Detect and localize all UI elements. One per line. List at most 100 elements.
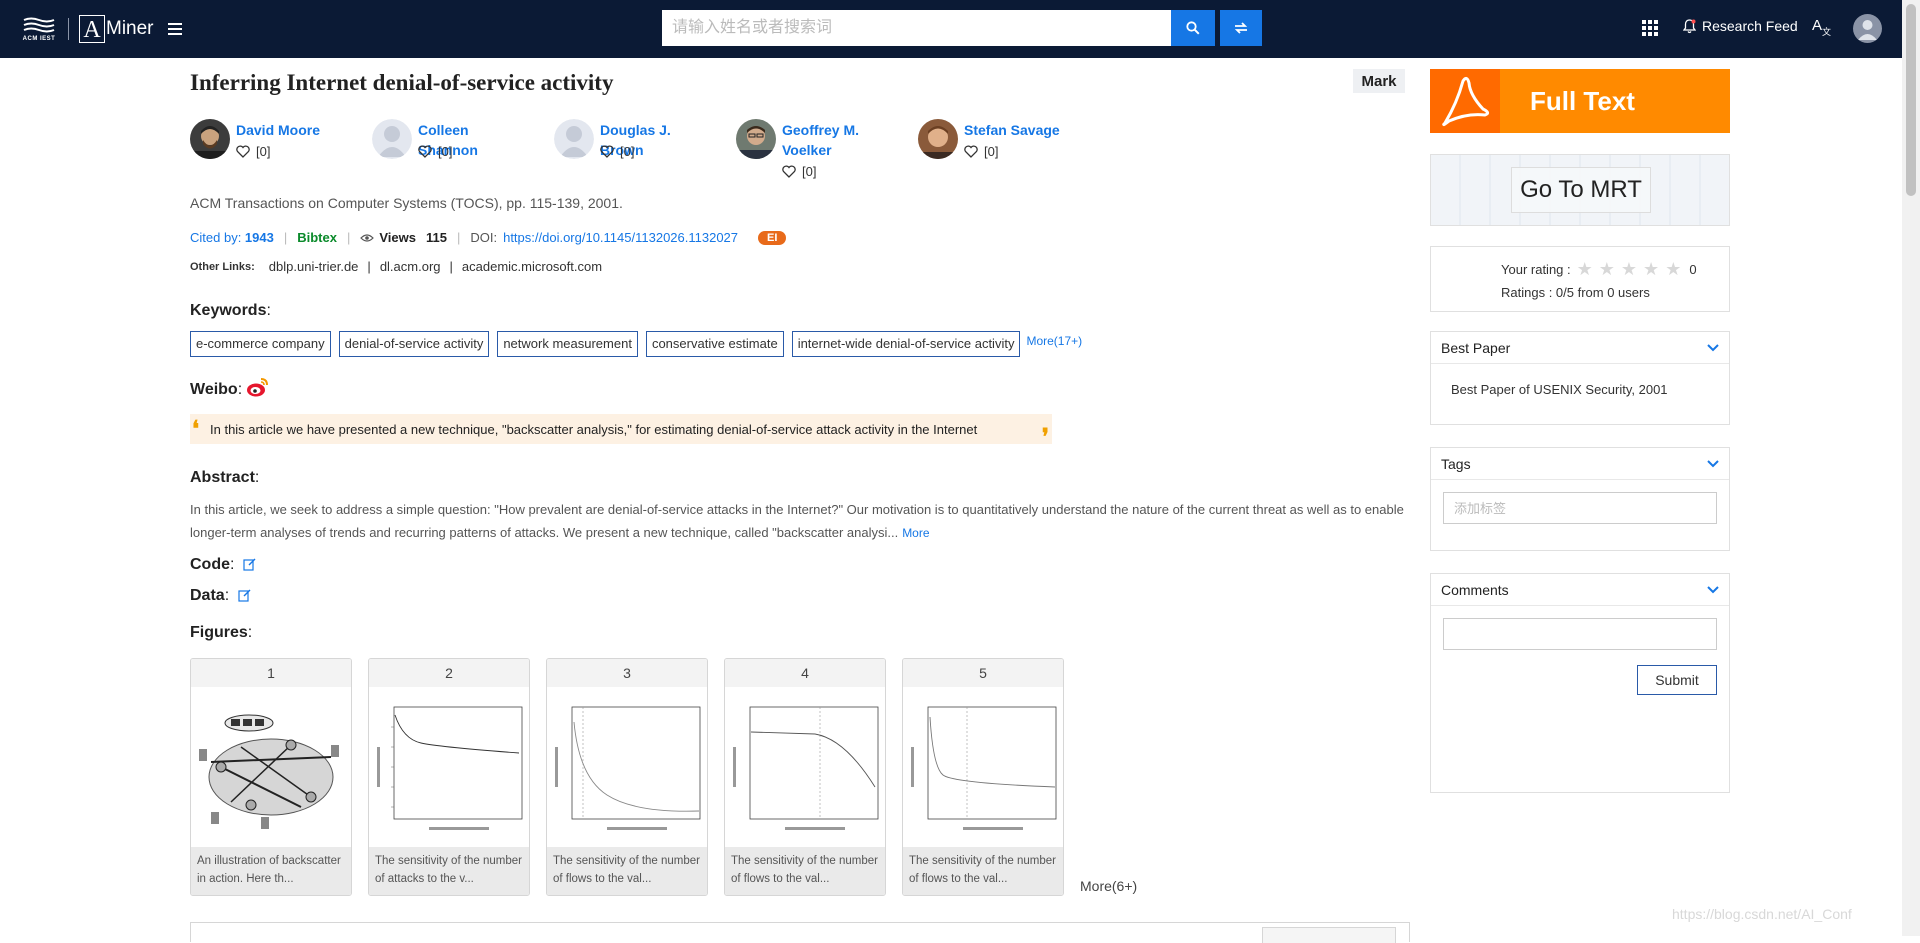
tags-header[interactable]: Tags — [1431, 448, 1729, 480]
views-count: 115 — [425, 230, 447, 245]
views-label: Views — [379, 230, 416, 245]
author-avatar-placeholder[interactable] — [372, 119, 412, 159]
tags-title: Tags — [1441, 455, 1471, 472]
acm-logo[interactable]: ACM IEST — [20, 13, 58, 45]
figure-card[interactable]: 3 The sensitivity of the number of flows… — [546, 658, 708, 896]
heart-icon — [600, 145, 614, 158]
doi-label: DOI: — [470, 230, 498, 245]
abstract-label: Abstract — [190, 469, 255, 486]
figure-number: 2 — [369, 659, 529, 687]
author-avatar-placeholder[interactable] — [554, 119, 594, 159]
comment-input[interactable] — [1443, 618, 1717, 650]
figure-thumbnail-network-diagram — [191, 687, 351, 847]
author-like[interactable]: [0] — [782, 164, 816, 179]
best-paper-header[interactable]: Best Paper — [1431, 332, 1729, 364]
author-like[interactable]: [0] — [418, 144, 452, 159]
doi-link[interactable]: https://doi.org/10.1145/1132026.1132027 — [503, 230, 738, 245]
research-feed-link[interactable]: Research Feed — [1683, 18, 1798, 34]
cited-by-link[interactable]: Cited by: 1943 — [190, 230, 274, 245]
figure-number: 1 — [191, 659, 351, 687]
keyword-tag[interactable]: network measurement — [497, 331, 638, 357]
chevron-down-icon — [1707, 585, 1719, 593]
scrollbar-thumb[interactable] — [1906, 4, 1916, 196]
bibtex-link[interactable]: Bibtex — [297, 230, 337, 245]
search-input[interactable] — [662, 10, 1171, 46]
apps-grid-icon[interactable] — [1642, 20, 1658, 36]
other-link-microsoft[interactable]: academic.microsoft.com — [462, 259, 602, 274]
submit-comment-button[interactable]: Submit — [1637, 665, 1717, 695]
go-to-mrt-button[interactable]: Go To MRT — [1430, 154, 1730, 226]
chevron-down-icon — [1707, 459, 1719, 467]
figure-thumbnail-plot — [903, 687, 1063, 847]
full-text-button[interactable]: Full Text — [1430, 69, 1730, 133]
figure-card[interactable]: 2 The sensitivity of the number of attac… — [368, 658, 530, 896]
search-button[interactable] — [1171, 10, 1215, 46]
comments-title: Comments — [1441, 581, 1509, 598]
research-feed-label: Research Feed — [1702, 18, 1798, 34]
author-like-count: [0] — [984, 144, 999, 159]
page-scrollbar[interactable] — [1902, 0, 1920, 936]
author-like[interactable]: [0] — [964, 144, 998, 159]
best-paper-text: Best Paper of USENIX Security, 2001 — [1451, 382, 1668, 397]
star-icon[interactable]: ★ — [1643, 259, 1659, 280]
figure-number: 3 — [547, 659, 707, 687]
hamburger-menu-icon[interactable] — [168, 23, 182, 35]
figure-card[interactable]: 1 An illustration of backscatter in acti… — [190, 658, 352, 896]
logo-area[interactable]: ACM IEST A Miner — [20, 12, 154, 46]
star-icon[interactable]: ★ — [1665, 259, 1681, 280]
acm-logo-waves-icon — [23, 17, 55, 32]
keyword-tag[interactable]: denial-of-service activity — [338, 331, 490, 357]
keyword-tag[interactable]: e-commerce company — [190, 331, 331, 357]
keyword-tag[interactable]: conservative estimate — [645, 331, 784, 357]
svg-text:文: 文 — [1822, 26, 1831, 37]
comments-header[interactable]: Comments — [1431, 574, 1729, 606]
keywords-more-link[interactable]: More(17+) — [1026, 334, 1082, 348]
lower-section-tab[interactable] — [1262, 927, 1396, 943]
add-tag-input[interactable] — [1443, 492, 1717, 524]
tags-panel: Tags — [1430, 447, 1730, 551]
author-like[interactable]: [0] — [236, 144, 270, 159]
aminer-logo-mark: A — [79, 15, 105, 43]
meta-separator: | — [346, 230, 351, 245]
star-icon[interactable]: ★ — [1599, 259, 1615, 280]
other-link-dblp[interactable]: dblp.uni-trier.de — [269, 259, 359, 274]
abstract-more-link[interactable]: More — [902, 526, 929, 540]
figure-thumbnail-plot — [725, 687, 885, 847]
mark-button[interactable]: Mark — [1353, 69, 1405, 93]
weibo-quote-text: In this article we have presented a new … — [210, 421, 978, 437]
index-badge: EI — [758, 230, 787, 245]
figure-card[interactable]: 4 The sensitivity of the number of flows… — [724, 658, 886, 896]
edit-data-icon[interactable] — [237, 589, 251, 602]
aminer-logo[interactable]: A Miner — [79, 15, 154, 43]
your-rating-value: 0 — [1689, 262, 1697, 277]
user-avatar[interactable] — [1853, 14, 1882, 43]
figure-card[interactable]: 5 The sensitivity of the number of flows… — [902, 658, 1064, 896]
figure-thumbnail-plot — [369, 687, 529, 847]
rating-stars[interactable]: ★ ★ ★ ★ ★ — [1577, 259, 1688, 280]
author-name[interactable]: David Moore — [236, 120, 346, 140]
switch-search-button[interactable] — [1220, 10, 1262, 46]
author-avatar[interactable] — [736, 119, 776, 159]
comments-panel: Comments Submit — [1430, 573, 1730, 793]
edit-code-icon[interactable] — [243, 558, 256, 571]
author-name[interactable]: Stefan Savage — [964, 120, 1074, 140]
author-name[interactable]: Geoffrey M. Voelker — [782, 120, 892, 160]
watermark-text: https://blog.csdn.net/AI_Conf — [1672, 906, 1852, 922]
author-like-count: [0] — [438, 144, 453, 159]
go-to-mrt-label: Go To MRT — [1511, 167, 1651, 213]
keyword-tag[interactable]: internet-wide denial-of-service activity — [791, 331, 1021, 357]
cited-by-count: 1943 — [244, 230, 274, 245]
weibo-icon[interactable] — [246, 376, 270, 398]
code-label: Code — [190, 556, 230, 573]
figures-more-link[interactable]: More(6+) — [1080, 878, 1137, 894]
author-like[interactable]: [0] — [600, 144, 634, 159]
star-icon[interactable]: ★ — [1621, 259, 1637, 280]
abstract-text: In this article, we seek to address a si… — [190, 498, 1410, 545]
author-avatar[interactable] — [918, 119, 958, 159]
eye-icon — [360, 233, 375, 242]
other-link-acm[interactable]: dl.acm.org — [380, 259, 441, 274]
language-switch-icon[interactable]: A 文 — [1811, 15, 1833, 42]
aminer-logo-text: Miner — [106, 18, 154, 39]
author-avatar[interactable] — [190, 119, 230, 159]
star-icon[interactable]: ★ — [1577, 259, 1593, 280]
